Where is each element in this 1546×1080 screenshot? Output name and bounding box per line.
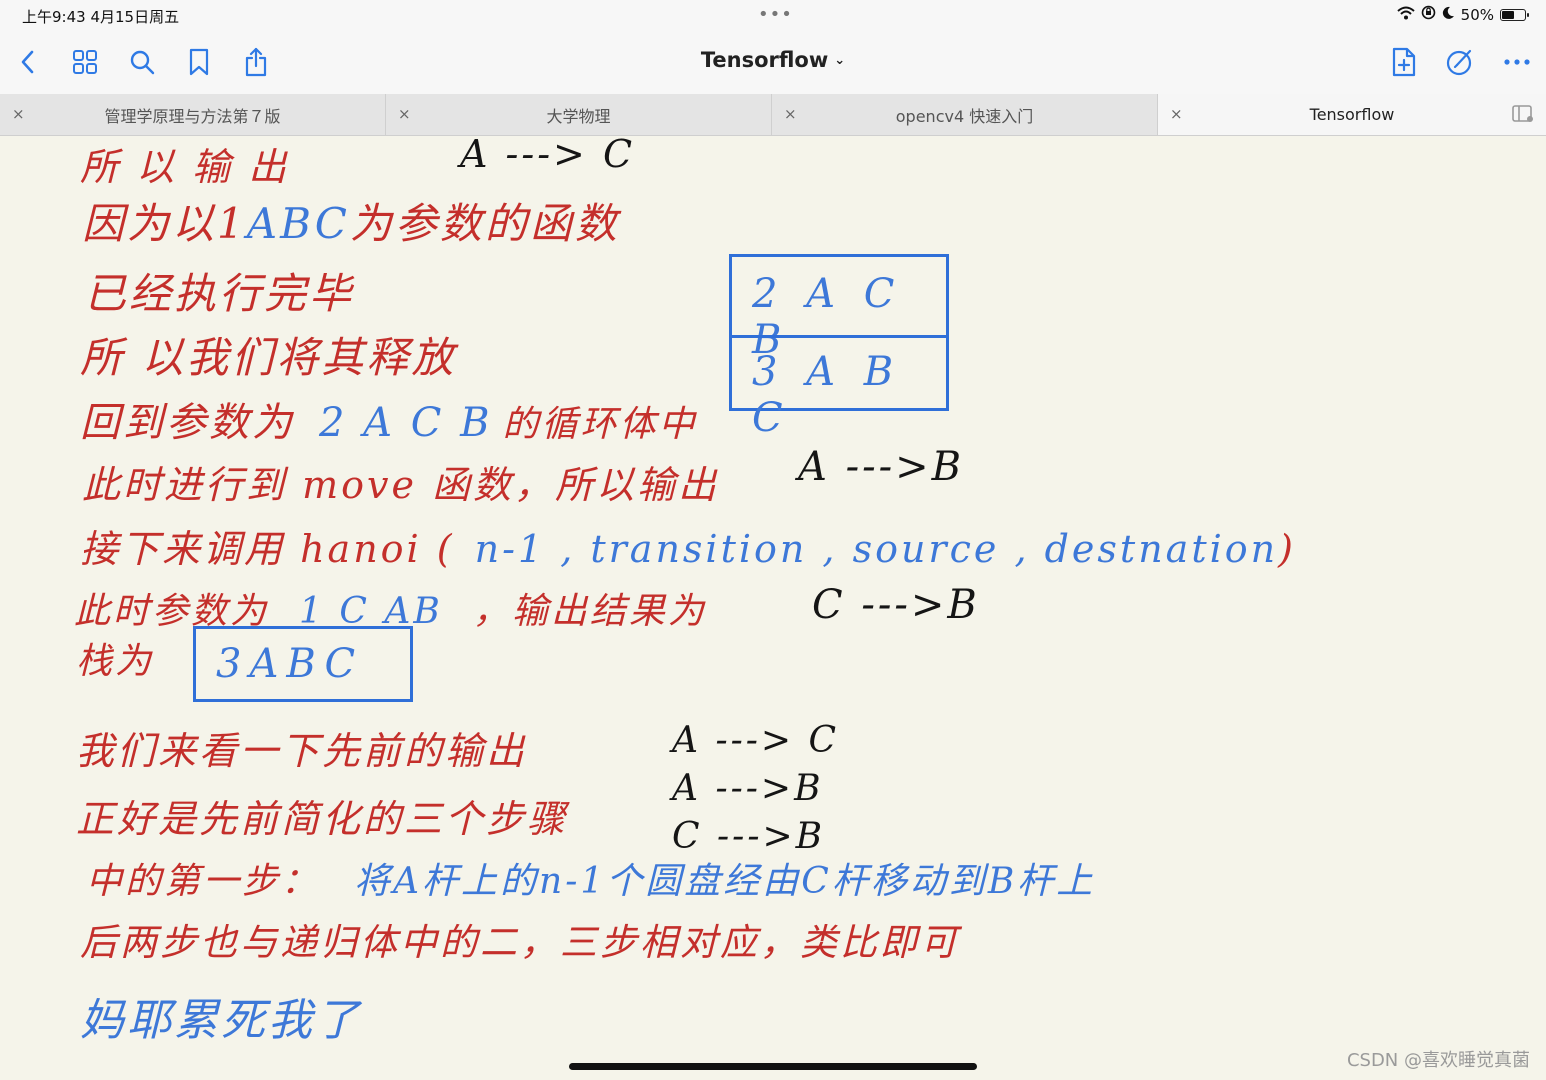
note-args: n-1 , transition , source , destnation <box>474 527 1279 571</box>
note-text: 为参数的函数 <box>349 199 620 248</box>
multitasking-dots[interactable]: ••• <box>758 4 793 25</box>
battery-percent: 50% <box>1460 5 1494 24</box>
document-title[interactable]: Tensorflow ⌄ <box>0 48 1546 72</box>
note-text: 因为以1 <box>82 199 247 248</box>
note-line: 此时进行到 move 函数，所以输出 <box>82 463 720 507</box>
note-output: C --->B <box>672 816 826 857</box>
note-line: 后两步也与递归体中的二，三步相对应，类比即可 <box>80 921 960 964</box>
note-line: 我们来看一下先前的输出 <box>76 729 528 773</box>
orientation-lock-icon <box>1421 5 1436 24</box>
stack-divider <box>732 335 946 338</box>
moon-icon <box>1442 6 1455 24</box>
close-icon[interactable]: × <box>784 105 797 123</box>
tab-label: 大学物理 <box>546 106 611 126</box>
battery-icon <box>1500 8 1529 21</box>
note-text: 将A杆上的n-1个圆盘经由C杆移动到B杆上 <box>354 861 1096 902</box>
tab-tensorflow[interactable]: × Tensorflow <box>1158 94 1546 135</box>
note-text: 的循环体中 <box>502 404 698 445</box>
note-text: 回到参数为 <box>80 400 295 446</box>
note-line: 妈耶累死我了 <box>80 995 362 1046</box>
tab-bar: × 管理学原理与方法第７版 × 大学物理 × opencv4 快速入门 × Te… <box>0 94 1546 136</box>
note-output: A --->B <box>798 444 965 490</box>
note-line: 接下来调用 hanoi ( n-1 , transition , source ,… <box>80 518 1296 573</box>
tab-label: 管理学原理与方法第７版 <box>104 106 281 126</box>
note-param: ABC <box>246 199 350 248</box>
note-text: 中的第一步： <box>86 861 321 902</box>
pencil-icon[interactable] <box>1442 44 1478 80</box>
watermark: CSDN @喜欢睡觉真菌 <box>1346 1050 1530 1071</box>
note-line: 所 以我们将其释放 <box>80 333 457 382</box>
tab-label: opencv4 快速入门 <box>895 106 1034 126</box>
note-line: 栈为 <box>76 641 155 682</box>
close-icon[interactable]: × <box>398 105 411 123</box>
home-indicator[interactable] <box>569 1063 977 1070</box>
stack-box-small: 3ABC <box>193 626 413 702</box>
tab-label: Tensorflow <box>1309 105 1395 124</box>
note-text: 接下来调用 hanoi ( <box>80 527 455 571</box>
note-line: 正好是先前简化的三个步骤 <box>76 797 569 841</box>
status-bar: 上午9:43 4月15日周五 ••• 50% <box>0 0 1546 32</box>
note-line: 因为以1ABC为参数的函数 <box>82 190 620 251</box>
stack-box: 2 A C B 3 A B C <box>729 254 949 441</box>
note-param: 2 A C B <box>319 400 493 446</box>
close-icon[interactable]: × <box>12 105 25 123</box>
sidebar-toggle-icon[interactable] <box>1512 105 1534 127</box>
note-line: 所 以 输 出 <box>80 145 290 189</box>
stack-frame-bottom: 3 A B C <box>752 349 902 441</box>
tab-opencv[interactable]: × opencv4 快速入门 <box>772 94 1158 135</box>
note-line: 已经执行完毕 <box>84 269 355 318</box>
new-page-icon[interactable] <box>1386 44 1422 80</box>
tab-physics[interactable]: × 大学物理 <box>386 94 772 135</box>
document-title-text: Tensorflow <box>700 48 829 72</box>
note-output: A --->B <box>672 768 824 809</box>
toolbar: Tensorflow ⌄ <box>0 32 1546 94</box>
chevron-down-icon: ⌄ <box>834 53 846 68</box>
note-text: ) <box>1278 527 1296 571</box>
close-icon[interactable]: × <box>1170 105 1183 123</box>
status-time: 上午9:43 4月15日周五 <box>22 8 180 26</box>
note-canvas[interactable]: 所 以 输 出 A ---> C 因为以1ABC为参数的函数 已经执行完毕 所 … <box>0 136 1546 1080</box>
more-icon[interactable] <box>1499 44 1535 80</box>
note-line: 中的第一步： 将A杆上的n-1个圆盘经由C杆移动到B杆上 <box>86 852 1095 904</box>
stack-frame: 3ABC <box>216 641 364 687</box>
note-text: ，输出结果为 <box>472 591 707 632</box>
note-output: A ---> C <box>672 720 840 761</box>
battery-level <box>1502 10 1514 19</box>
tab-management[interactable]: × 管理学原理与方法第７版 <box>0 94 386 135</box>
wifi-icon <box>1396 6 1415 24</box>
note-output: C --->B <box>812 582 980 628</box>
note-line: 回到参数为 2 A C B 的循环体中 <box>80 390 698 448</box>
note-output: A ---> C <box>460 136 636 176</box>
status-indicators: 50% <box>1396 5 1529 24</box>
